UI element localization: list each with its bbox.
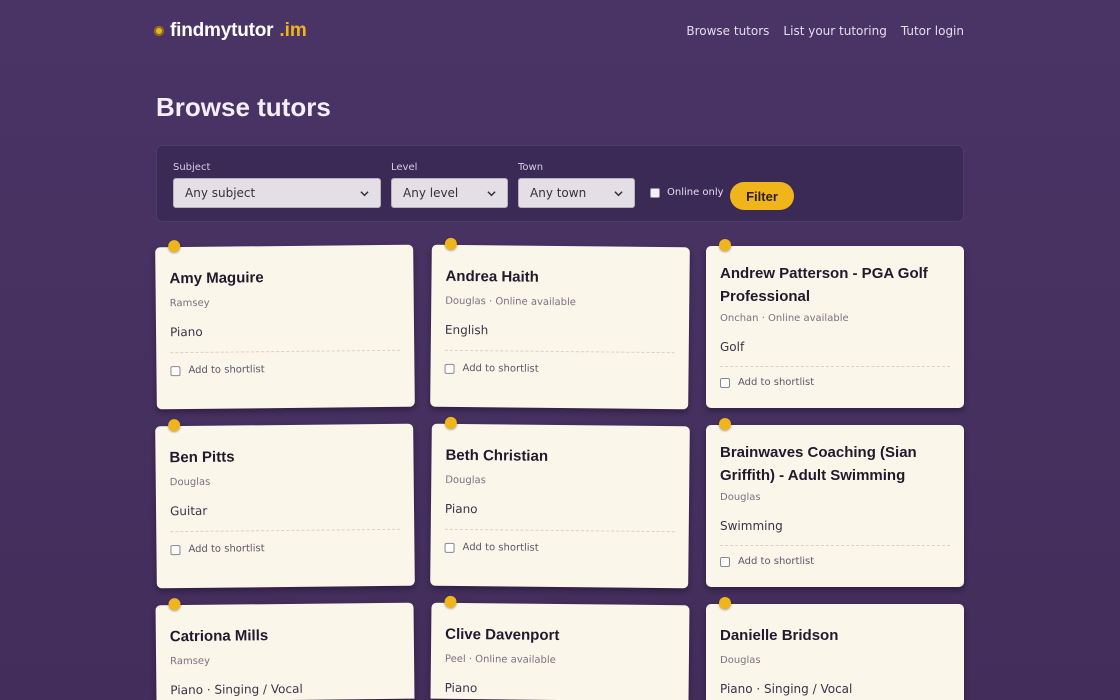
nav-browse-tutors[interactable]: Browse tutors: [686, 24, 769, 38]
page-title: Browse tutors: [156, 92, 331, 122]
level-select[interactable]: Any level: [391, 178, 508, 208]
tutor-card[interactable]: Ben Pitts Douglas Guitar Add to shortlis…: [155, 419, 415, 589]
subject-select[interactable]: Any subject: [173, 178, 381, 208]
level-select-value: Any level: [403, 186, 459, 200]
pin-icon: [444, 237, 457, 250]
chevron-down-icon: [360, 190, 369, 196]
logo-tld: .im: [279, 20, 307, 41]
shortlist-label: Add to shortlist: [188, 543, 265, 556]
tutor-card[interactable]: Brainwaves Coaching (Sian Griffith) - Ad…: [706, 418, 964, 587]
shortlist-checkbox[interactable]: [720, 556, 730, 567]
add-to-shortlist[interactable]: Add to shortlist: [720, 377, 950, 388]
tutor-subjects: Swimming: [720, 519, 783, 533]
chevron-down-icon: [487, 190, 496, 196]
subject-select-value: Any subject: [185, 186, 256, 200]
logo-dot-icon: [154, 26, 164, 36]
add-to-shortlist[interactable]: Add to shortlist: [444, 362, 675, 376]
tutor-subjects: Piano · Singing / Vocal: [720, 682, 853, 696]
shortlist-checkbox[interactable]: [170, 544, 181, 555]
pin-icon: [168, 419, 181, 432]
tutor-location: Douglas: [445, 474, 486, 487]
pin-icon: [444, 416, 457, 429]
tutor-card[interactable]: Andrew Patterson - PGA Golf Professional…: [706, 239, 964, 408]
tutor-location: Douglas · Online available: [445, 295, 577, 309]
town-label: Town: [518, 162, 544, 173]
add-to-shortlist[interactable]: Add to shortlist: [444, 541, 675, 555]
tutor-card[interactable]: Clive Davenport Peel · Online available …: [430, 595, 690, 700]
tutor-card[interactable]: Catriona Mills Ramsey Piano · Singing / …: [155, 598, 415, 700]
tutor-name[interactable]: Beth Christian: [445, 444, 675, 469]
tutor-subjects: Piano: [444, 501, 478, 517]
logo-text: findmytutor: [170, 20, 274, 41]
site-logo[interactable]: findmytutor .im: [154, 20, 307, 42]
tutor-name[interactable]: Catriona Mills: [170, 623, 400, 648]
card-divider: [720, 366, 950, 367]
tutor-subjects: Piano · Singing / Vocal: [170, 681, 303, 698]
pin-icon: [719, 239, 731, 251]
tutor-card[interactable]: Danielle Bridson Douglas Piano · Singing…: [706, 597, 964, 700]
online-only-label: Online only: [667, 187, 724, 198]
tutor-name[interactable]: Amy Maguire: [169, 265, 399, 290]
pin-icon: [168, 240, 181, 253]
level-field: Level Any level: [391, 162, 508, 208]
tutor-location: Ramsey: [170, 655, 211, 668]
shortlist-label: Add to shortlist: [462, 541, 539, 554]
nav-list-your-tutoring[interactable]: List your tutoring: [783, 24, 886, 38]
town-select-value: Any town: [530, 186, 587, 200]
card-divider: [444, 528, 675, 533]
tutor-subjects: Guitar: [169, 503, 208, 519]
pin-icon: [168, 598, 181, 611]
tutor-location: Onchan · Online available: [720, 313, 849, 324]
subject-field: Subject Any subject: [173, 162, 381, 208]
tutor-subjects: English: [444, 322, 489, 338]
tutor-name[interactable]: Danielle Bridson: [720, 624, 950, 647]
tutor-card[interactable]: Amy Maguire Ramsey Piano Add to shortlis…: [155, 240, 415, 410]
tutor-subjects: Piano: [169, 324, 203, 340]
town-select[interactable]: Any town: [518, 178, 635, 208]
pin-icon: [719, 418, 731, 430]
online-only-toggle[interactable]: Online only: [650, 187, 724, 198]
nav-tutor-login[interactable]: Tutor login: [901, 24, 964, 38]
subject-label: Subject: [173, 162, 211, 173]
tutor-subjects: Piano: [444, 680, 478, 696]
tutor-subjects: Golf: [720, 340, 745, 354]
card-divider: [444, 349, 675, 354]
tutor-location: Douglas: [720, 655, 761, 666]
pin-icon: [444, 595, 457, 608]
add-to-shortlist[interactable]: Add to shortlist: [720, 556, 950, 567]
filter-button[interactable]: Filter: [730, 182, 794, 210]
add-to-shortlist[interactable]: Add to shortlist: [170, 363, 400, 376]
shortlist-label: Add to shortlist: [462, 362, 539, 375]
town-field: Town Any town: [518, 162, 635, 208]
tutor-location: Peel · Online available: [444, 653, 556, 666]
shortlist-checkbox[interactable]: [444, 542, 455, 553]
shortlist-checkbox[interactable]: [720, 377, 730, 388]
tutor-name[interactable]: Clive Davenport: [445, 623, 675, 648]
online-only-checkbox[interactable]: [650, 187, 660, 198]
shortlist-label: Add to shortlist: [188, 364, 265, 377]
pin-icon: [719, 597, 731, 609]
shortlist-label: Add to shortlist: [738, 377, 815, 388]
tutor-location: Ramsey: [169, 297, 210, 310]
main-nav: Browse tutors List your tutoring Tutor l…: [686, 24, 964, 38]
card-divider: [170, 528, 401, 533]
tutor-location: Douglas: [720, 492, 761, 503]
tutor-card[interactable]: Andrea Haith Douglas · Online available …: [430, 237, 690, 410]
shortlist-checkbox[interactable]: [444, 363, 455, 374]
site-header: findmytutor .im Browse tutors List your …: [154, 0, 964, 62]
level-label: Level: [391, 162, 418, 173]
shortlist-label: Add to shortlist: [738, 556, 815, 567]
tutor-location: Douglas: [169, 476, 211, 489]
add-to-shortlist[interactable]: Add to shortlist: [170, 542, 400, 555]
tutor-name[interactable]: Andrew Patterson - PGA Golf Professional: [720, 262, 950, 308]
shortlist-checkbox[interactable]: [170, 365, 181, 376]
tutor-name[interactable]: Ben Pitts: [169, 444, 399, 469]
card-divider: [720, 545, 950, 546]
tutor-card[interactable]: Beth Christian Douglas Piano Add to shor…: [430, 416, 690, 589]
tutor-name[interactable]: Andrea Haith: [445, 265, 675, 290]
card-divider: [170, 349, 401, 354]
filter-bar: Subject Any subject Level Any level Town…: [156, 145, 964, 222]
chevron-down-icon: [614, 190, 623, 196]
tutor-name[interactable]: Brainwaves Coaching (Sian Griffith) - Ad…: [720, 441, 950, 487]
